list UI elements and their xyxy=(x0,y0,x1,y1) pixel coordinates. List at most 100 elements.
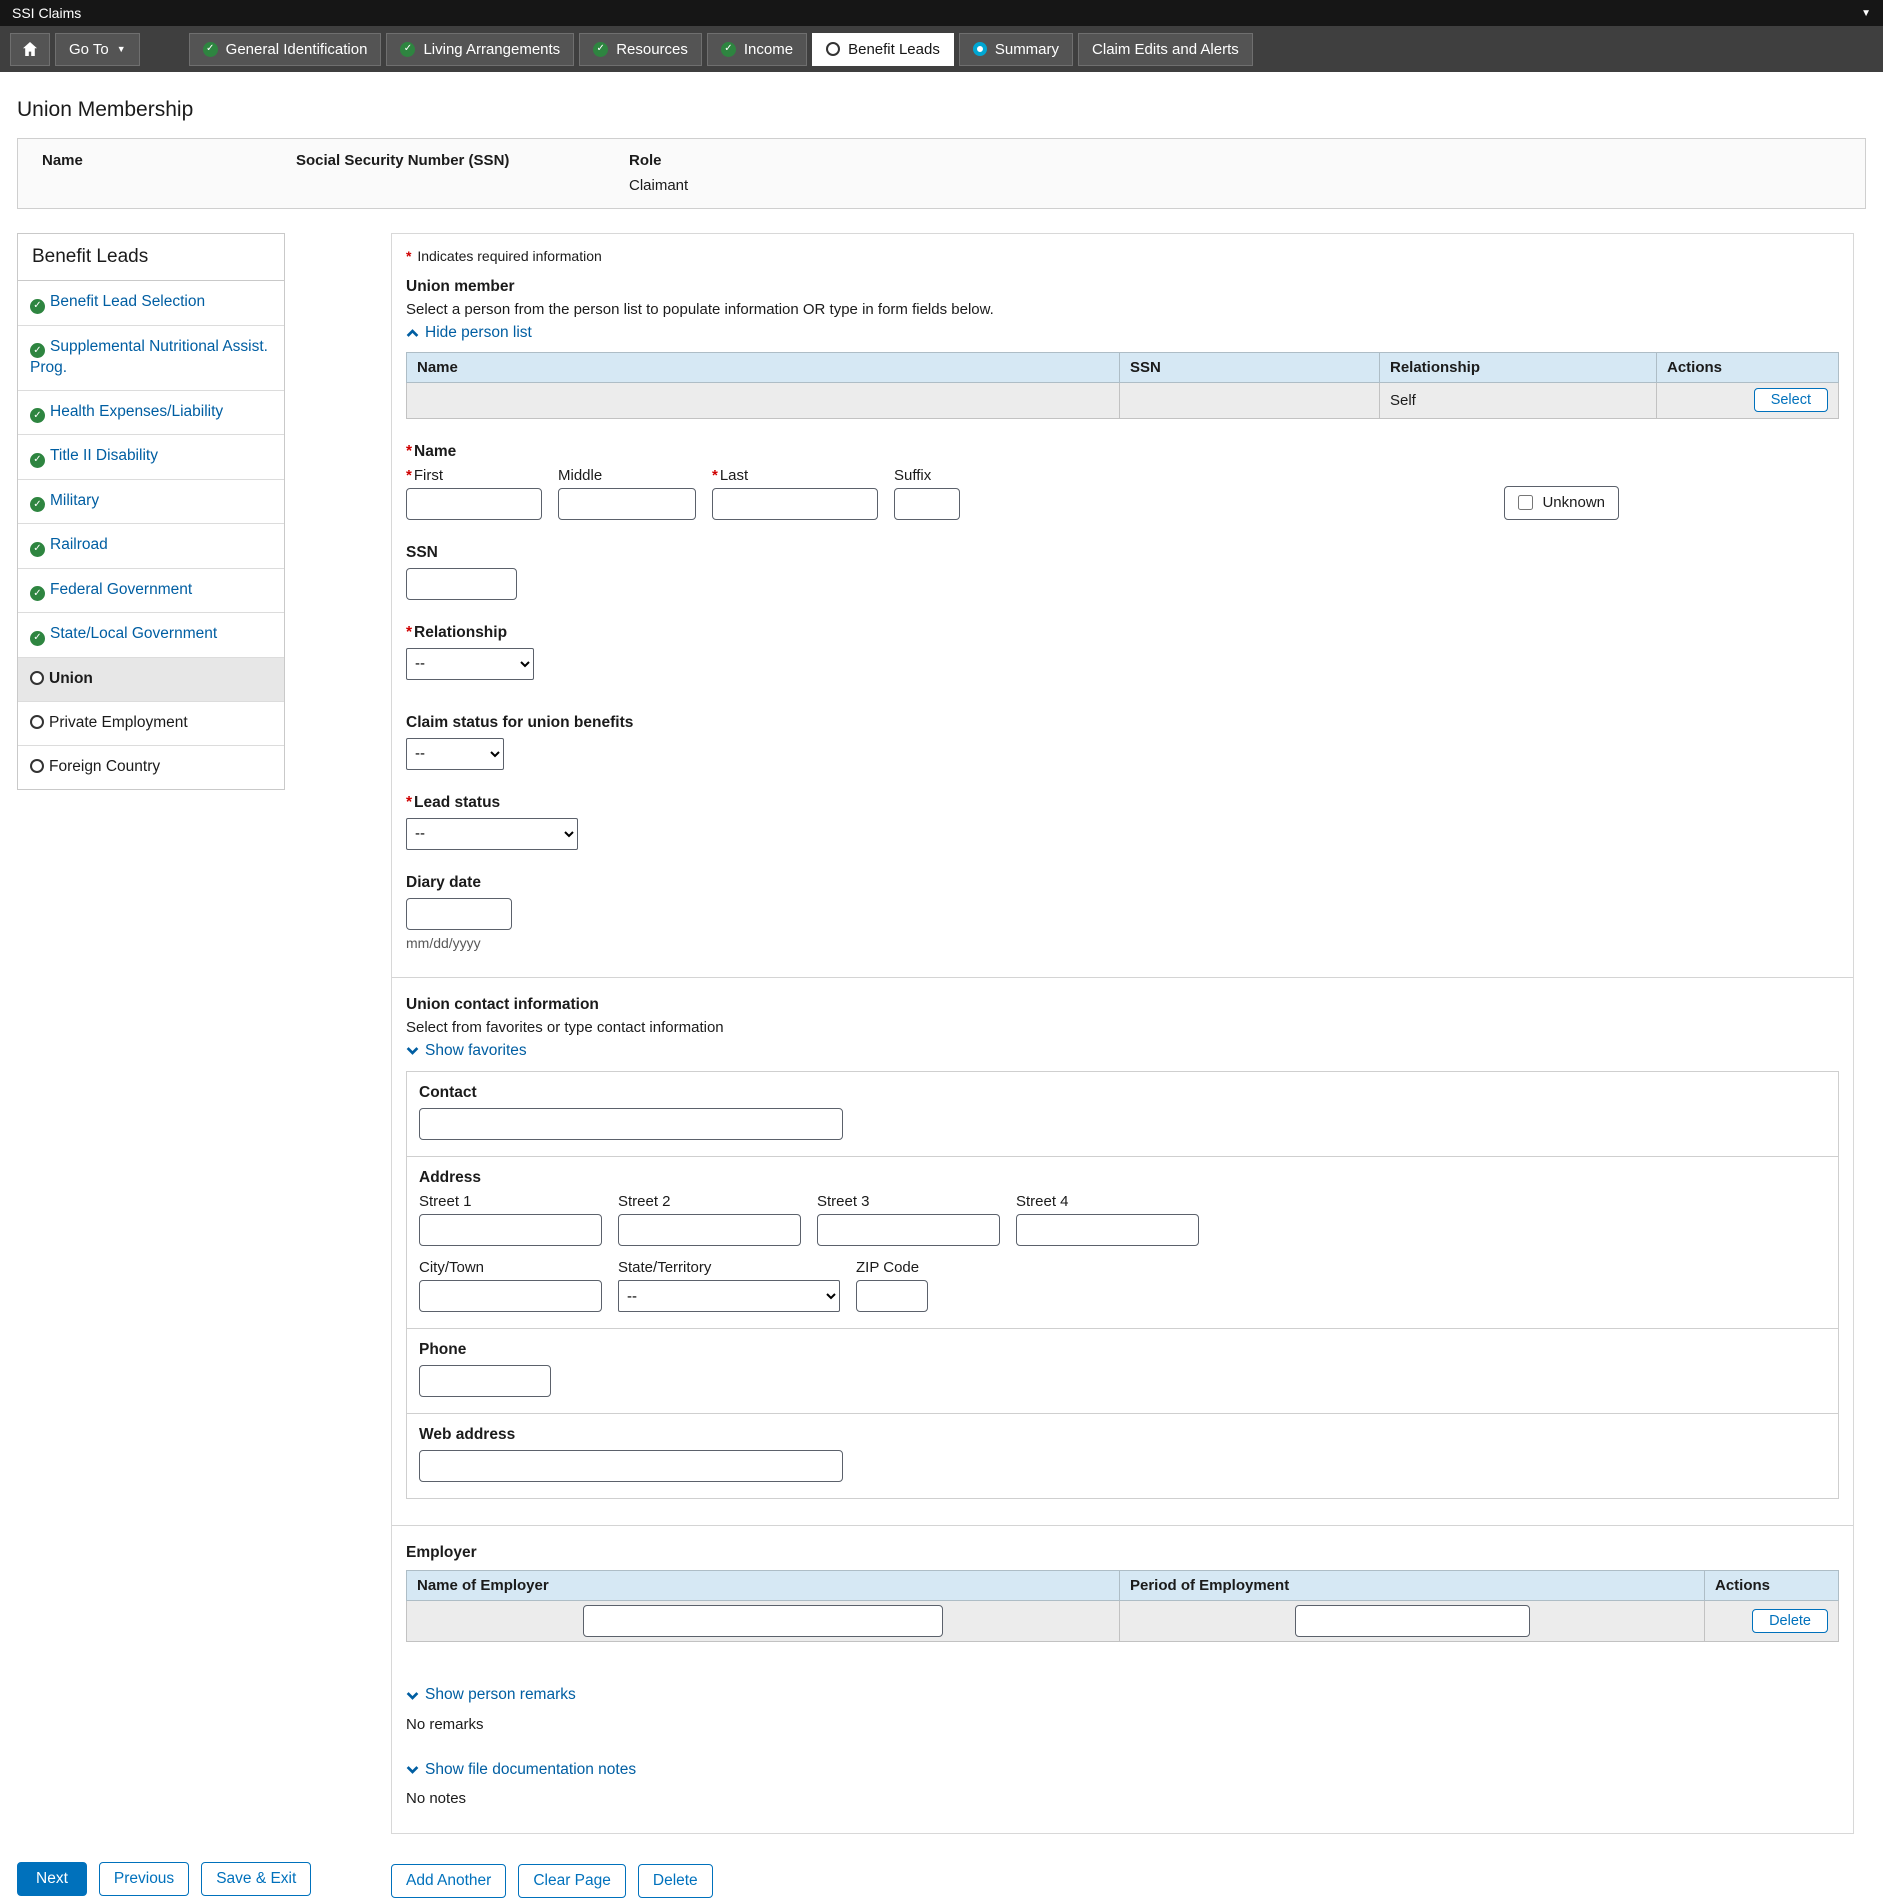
street1-input[interactable] xyxy=(419,1214,602,1246)
person-header: Name Social Security Number (SSN) Role C… xyxy=(17,138,1866,209)
union-member-instruction: Select a person from the person list to … xyxy=(406,301,1839,318)
sidebar-item-label[interactable]: State/Local Government xyxy=(50,625,217,642)
zip-input[interactable] xyxy=(856,1280,928,1312)
last-name-input[interactable] xyxy=(712,488,878,520)
tab-income[interactable]: Income xyxy=(707,33,807,66)
sidebar-item-label[interactable]: Benefit Lead Selection xyxy=(50,293,205,310)
person-table-header-ssn: SSN xyxy=(1120,352,1380,382)
sidebar-item-label: Union xyxy=(49,670,93,687)
required-asterisk-icon xyxy=(406,624,412,642)
tab-claim-edits-alerts[interactable]: Claim Edits and Alerts xyxy=(1078,33,1253,66)
sidebar-item-state-local-government[interactable]: State/Local Government xyxy=(18,613,284,658)
employer-header-period: Period of Employment xyxy=(1120,1571,1705,1601)
sidebar-item-benefit-lead-selection[interactable]: Benefit Lead Selection xyxy=(18,281,284,326)
page-content: Union Membership Name Social Security Nu… xyxy=(0,98,1883,1898)
middle-name-input[interactable] xyxy=(558,488,696,520)
web-address-input[interactable] xyxy=(419,1450,843,1482)
sidebar-item-health-expenses[interactable]: Health Expenses/Liability xyxy=(18,391,284,436)
titlebar-caret-icon[interactable]: ▼ xyxy=(1861,8,1871,19)
sidebar-item-label[interactable]: Federal Government xyxy=(50,581,192,598)
street1-label: Street 1 xyxy=(419,1193,602,1210)
union-form-panel: Indicates required information Union mem… xyxy=(391,233,1854,1834)
goto-dropdown[interactable]: Go To ▼ xyxy=(55,33,140,66)
sidebar-item-label[interactable]: Title II Disability xyxy=(50,447,158,464)
tab-label: Benefit Leads xyxy=(848,41,940,58)
goto-label: Go To xyxy=(69,41,109,58)
diary-date-input[interactable] xyxy=(406,898,512,930)
employer-heading: Employer xyxy=(406,1544,1839,1562)
sidebar-item-foreign-country[interactable]: Foreign Country xyxy=(18,746,284,789)
contact-info-heading: Union contact information xyxy=(406,996,1839,1014)
state-select[interactable]: -- xyxy=(618,1280,840,1312)
diary-date-label: Diary date xyxy=(406,874,1839,892)
delete-employer-button[interactable]: Delete xyxy=(1752,1609,1828,1633)
unknown-checkbox-group[interactable]: Unknown xyxy=(1504,486,1619,520)
person-list-table: Name SSN Relationship Actions Self xyxy=(406,352,1839,419)
clear-page-button[interactable]: Clear Page xyxy=(518,1864,626,1898)
street2-input[interactable] xyxy=(618,1214,801,1246)
sidebar-item-label[interactable]: Railroad xyxy=(50,536,108,553)
app-titlebar: SSI Claims ▼ xyxy=(0,0,1883,26)
first-name-label: First xyxy=(406,467,542,484)
street3-input[interactable] xyxy=(817,1214,1000,1246)
ssn-input[interactable] xyxy=(406,568,517,600)
show-favorites-link[interactable]: Show favorites xyxy=(406,1042,527,1060)
hide-person-list-link[interactable]: Hide person list xyxy=(406,324,532,342)
complete-check-icon xyxy=(30,631,45,646)
home-button[interactable] xyxy=(10,33,50,66)
show-file-notes-link[interactable]: Show file documentation notes xyxy=(406,1761,636,1779)
complete-check-icon xyxy=(30,299,45,314)
suffix-input[interactable] xyxy=(894,488,960,520)
employer-name-input[interactable] xyxy=(583,1605,943,1637)
section-divider xyxy=(392,977,1853,978)
select-person-button[interactable]: Select xyxy=(1754,388,1828,412)
sidebar-item-railroad[interactable]: Railroad xyxy=(18,524,284,569)
tab-benefit-leads[interactable]: Benefit Leads xyxy=(812,33,954,66)
sidebar-item-label[interactable]: Health Expenses/Liability xyxy=(50,403,223,420)
name-label: Name xyxy=(42,152,296,169)
sidebar-item-label[interactable]: Supplemental Nutritional Assist. Prog. xyxy=(30,338,268,377)
chevron-down-icon xyxy=(406,1044,419,1057)
sidebar-item-snap[interactable]: Supplemental Nutritional Assist. Prog. xyxy=(18,326,284,391)
tab-label: Living Arrangements xyxy=(423,41,560,58)
relationship-select[interactable]: -- xyxy=(406,648,534,680)
sidebar-item-title-ii-disability[interactable]: Title II Disability xyxy=(18,435,284,480)
person-table-header-actions: Actions xyxy=(1657,352,1839,382)
tab-summary[interactable]: Summary xyxy=(959,33,1073,66)
phone-box: Phone xyxy=(406,1328,1839,1414)
web-address-box: Web address xyxy=(406,1413,1839,1499)
contact-input[interactable] xyxy=(419,1108,843,1140)
street3-label: Street 3 xyxy=(817,1193,1000,1210)
sidebar-item-label[interactable]: Military xyxy=(50,492,99,509)
sidebar-item-private-employment[interactable]: Private Employment xyxy=(18,702,284,746)
complete-check-icon xyxy=(400,42,415,57)
street4-label: Street 4 xyxy=(1016,1193,1199,1210)
employment-period-input[interactable] xyxy=(1295,1605,1530,1637)
tab-living-arrangements[interactable]: Living Arrangements xyxy=(386,33,574,66)
show-person-remarks-link[interactable]: Show person remarks xyxy=(406,1686,576,1704)
required-note-text: Indicates required information xyxy=(417,248,601,264)
first-name-input[interactable] xyxy=(406,488,542,520)
delete-button[interactable]: Delete xyxy=(638,1864,713,1898)
save-exit-button[interactable]: Save & Exit xyxy=(201,1862,311,1896)
sidebar-item-union[interactable]: Union xyxy=(18,658,284,702)
sidebar-item-federal-government[interactable]: Federal Government xyxy=(18,569,284,614)
lead-status-select[interactable]: -- xyxy=(406,818,578,850)
complete-check-icon xyxy=(30,497,45,512)
tab-resources[interactable]: Resources xyxy=(579,33,702,66)
person-ssn-cell xyxy=(1120,382,1380,418)
phone-input[interactable] xyxy=(419,1365,551,1397)
relationship-label: Relationship xyxy=(406,624,1839,642)
suffix-label: Suffix xyxy=(894,467,960,484)
next-button[interactable]: Next xyxy=(17,1862,87,1896)
claim-status-select[interactable]: -- xyxy=(406,738,504,770)
page-title: Union Membership xyxy=(17,98,1866,122)
add-another-button[interactable]: Add Another xyxy=(391,1864,506,1898)
tab-general-identification[interactable]: General Identification xyxy=(189,33,382,66)
city-input[interactable] xyxy=(419,1280,602,1312)
previous-button[interactable]: Previous xyxy=(99,1862,189,1896)
unknown-checkbox[interactable] xyxy=(1518,495,1533,510)
sidebar-item-military[interactable]: Military xyxy=(18,480,284,525)
current-circle-icon xyxy=(826,42,840,56)
street4-input[interactable] xyxy=(1016,1214,1199,1246)
